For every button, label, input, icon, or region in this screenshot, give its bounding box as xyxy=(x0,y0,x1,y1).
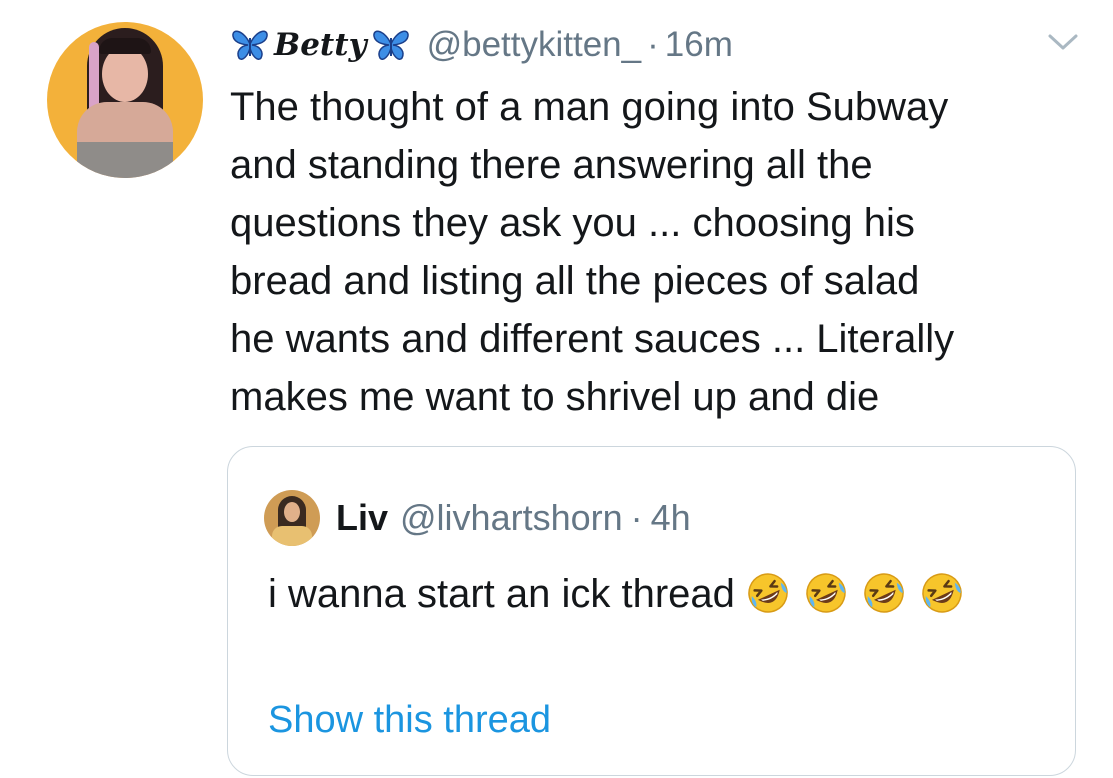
author-display-name[interactable]: Betty xyxy=(274,27,367,63)
separator-dot: · xyxy=(630,497,643,538)
quoted-timestamp[interactable]: 4h xyxy=(651,497,691,539)
tweet-text-line: he wants and different sauces ... Litera… xyxy=(230,317,955,361)
butterfly-icon xyxy=(372,30,409,60)
quoted-tweet-card[interactable]: Liv @livhartshorn · 4h i wanna start an … xyxy=(227,446,1076,776)
tweet-text-line: The thought of a man going into Subway xyxy=(230,85,949,129)
rofl-emoji-icon xyxy=(864,573,904,613)
avatar-face xyxy=(102,46,148,102)
tweet-text-line: makes me want to shrivel up and die xyxy=(230,375,880,419)
tweet-timestamp[interactable]: 16m xyxy=(665,25,733,65)
tweet-text-line: and standing there answering all the xyxy=(230,143,873,187)
emoji-row xyxy=(746,572,978,616)
quoted-display-name[interactable]: Liv xyxy=(336,497,388,539)
rofl-emoji-icon xyxy=(806,573,846,613)
avatar-top xyxy=(77,142,173,178)
tweet-text-line: questions they ask you ... choosing his xyxy=(230,201,915,245)
tweet-text: The thought of a man going into Subway a… xyxy=(230,78,1080,426)
chevron-down-icon[interactable] xyxy=(1044,30,1082,54)
quoted-author-avatar[interactable] xyxy=(264,490,320,546)
rofl-emoji-icon xyxy=(922,573,962,613)
tweet-text-line: bread and listing all the pieces of sala… xyxy=(230,259,920,303)
show-thread-link[interactable]: Show this thread xyxy=(268,699,551,742)
quoted-text-content: i wanna start an ick thread xyxy=(268,572,735,616)
separator-dot: · xyxy=(647,25,659,64)
avatar-face xyxy=(284,502,300,522)
quoted-handle[interactable]: @livhartshorn xyxy=(400,497,623,539)
author-avatar[interactable] xyxy=(47,22,203,178)
rofl-emoji-icon xyxy=(748,573,788,613)
author-handle[interactable]: @bettykitten_ xyxy=(427,25,642,65)
tweet-header: Betty @bettykitten_ · 16m xyxy=(230,20,733,70)
avatar-fringe xyxy=(99,38,151,54)
quoted-tweet-text: i wanna start an ick thread xyxy=(268,565,1048,623)
butterfly-icon xyxy=(232,30,268,60)
quoted-tweet-header: Liv @livhartshorn · 4h xyxy=(264,490,691,546)
avatar-body xyxy=(272,526,312,546)
